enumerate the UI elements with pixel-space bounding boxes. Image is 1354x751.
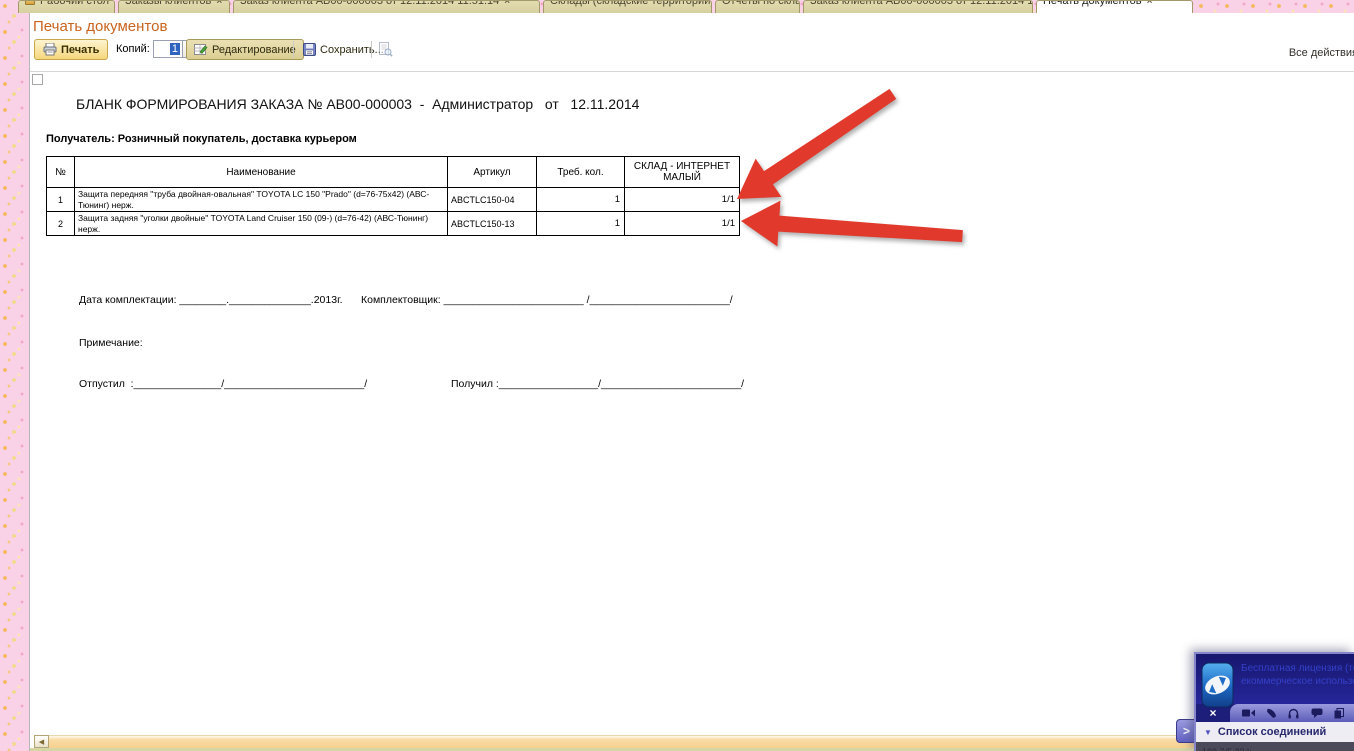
- toolbar: Печать Копий: 1 ▲ ▼ Редактирование Сохра…: [30, 39, 1354, 63]
- save-icon: [303, 43, 316, 56]
- table-row: 2 Защита задняя "уголки двойные" TOYOTA …: [47, 212, 740, 236]
- col-header-qty: Треб. кол.: [537, 157, 625, 188]
- edit-button-label: Редактирование: [212, 44, 296, 56]
- col-header-num: №: [47, 157, 75, 188]
- tab-order-115114[interactable]: Заказ клиента АВ00-000003 от 12.11.2014 …: [233, 0, 540, 13]
- scroll-left-icon: ◀: [39, 738, 44, 746]
- col-header-warehouse: СКЛАД - ИНТЕРНЕТ МАЛЫЙ: [625, 157, 740, 188]
- phone-icon[interactable]: [1266, 708, 1277, 719]
- close-icon[interactable]: ×: [114, 0, 115, 7]
- cell-article: ABCTLC150-13: [448, 212, 537, 236]
- copies-input[interactable]: 1: [153, 40, 183, 58]
- tab-label: Рабочий стол: [40, 0, 109, 7]
- teamviewer-icon-strip: [1230, 704, 1354, 722]
- connections-list-header[interactable]: ▼ Список соединений: [1196, 722, 1354, 742]
- table-row: 1 Защита передняя "труба двойная-овальна…: [47, 188, 740, 212]
- teamviewer-panel: Бесплатная лицензия (тол екоммерческое и…: [1194, 652, 1354, 751]
- tab-bar: Рабочий стол × Заказы клиентов × Заказ кли…: [16, 0, 1194, 13]
- recipient-line: Получатель: Розничный покупатель, достав…: [46, 133, 357, 145]
- desktop: { "tabs": [ { "label": "Рабочий стол" },…: [0, 0, 1354, 751]
- cell-name: Защита задняя "уголки двойные" TOYOTA La…: [75, 212, 448, 236]
- connections-list-label: Список соединений: [1218, 726, 1326, 738]
- close-icon[interactable]: ×: [504, 0, 510, 7]
- teamviewer-logo: [1201, 661, 1234, 709]
- tab-label: Отчеты по складу: [722, 0, 800, 7]
- tab-order-115125[interactable]: Заказ клиента АВ00-000003 от 12.11.2014 …: [803, 0, 1033, 13]
- copies-value: 1: [170, 43, 180, 55]
- released-line: Отпустил :_______________/______________…: [79, 378, 367, 390]
- chat-icon[interactable]: [1311, 708, 1323, 718]
- toolbar-separator: [371, 41, 372, 58]
- chevron-down-icon: ▼: [1204, 728, 1212, 737]
- col-header-name: Наименование: [75, 157, 448, 188]
- video-camera-icon[interactable]: [1242, 708, 1255, 718]
- copy-icon[interactable]: [1334, 708, 1344, 719]
- print-form: БЛАНК ФОРМИРОВАНИЯ ЗАКАЗА № АВ00-000003 …: [30, 75, 1354, 735]
- toolbar-separator: [293, 41, 294, 58]
- copies-label: Копий:: [116, 43, 150, 55]
- printer-icon: [43, 43, 57, 56]
- tab-label: Заказ клиента АВ00-000003 от 12.11.2014 …: [810, 0, 1033, 7]
- chevron-right-icon: >: [1183, 724, 1190, 738]
- edit-table-icon: [194, 43, 208, 56]
- picker-line: Комплектовщик: ________________________ …: [361, 294, 733, 306]
- cell-qty: 1: [537, 188, 625, 212]
- tab-label: Заказы клиентов: [125, 0, 211, 7]
- preview-icon: [378, 42, 393, 57]
- note-label: Примечание:: [79, 337, 143, 349]
- close-icon[interactable]: ×: [216, 0, 222, 7]
- toolbar-divider: [30, 71, 1354, 72]
- all-actions-button[interactable]: Все действия: [1289, 47, 1354, 59]
- tab-label: Заказ клиента АВ00-000003 от 12.11.2014 …: [240, 0, 499, 7]
- print-button[interactable]: Печать: [34, 39, 108, 60]
- teamviewer-bottom-bar: 188.7/5.23 k: [1196, 742, 1354, 751]
- cell-article: ABCTLC150-04: [448, 188, 537, 212]
- cell-name: Защита передняя "труба двойная-овальная"…: [75, 188, 448, 212]
- close-icon[interactable]: ×: [1147, 0, 1153, 7]
- horizontal-scrollbar[interactable]: ◀: [34, 735, 1352, 748]
- tab-warehouse-reports[interactable]: Отчеты по складу×: [715, 0, 800, 13]
- col-header-article: Артикул: [448, 157, 537, 188]
- tab-warehouses[interactable]: Склады (складские территории)×: [543, 0, 712, 13]
- license-text: Бесплатная лицензия (тол екоммерческое и…: [1241, 662, 1354, 688]
- tab-print-documents[interactable]: Печать документов ×: [1036, 0, 1193, 13]
- print-button-label: Печать: [61, 44, 99, 56]
- tab-customer-orders[interactable]: Заказы клиентов ×: [118, 0, 230, 13]
- order-form-title: БЛАНК ФОРМИРОВАНИЯ ЗАКАЗА № АВ00-000003 …: [76, 96, 639, 112]
- teamviewer-toolbar: ×: [1196, 704, 1354, 722]
- cell-warehouse: 1/1: [625, 212, 740, 236]
- tab-label: Печать документов: [1043, 0, 1142, 7]
- print-documents-window: Печать документов Печать Копий: 1 ▲ ▼ Ре…: [29, 13, 1354, 751]
- close-icon[interactable]: ×: [1196, 704, 1230, 722]
- partial-stat-text: 188.7/5.23 k: [1196, 747, 1252, 751]
- cell-num: 2: [47, 212, 75, 236]
- scrollbar-track[interactable]: [49, 735, 1352, 748]
- preview-button[interactable]: [375, 40, 395, 58]
- scroll-left-button[interactable]: ◀: [34, 735, 49, 748]
- page-title: Печать документов: [33, 18, 167, 35]
- tab-desktop[interactable]: Рабочий стол ×: [18, 0, 115, 13]
- cell-warehouse: 1/1: [625, 188, 740, 212]
- tab-label: Склады (складские территории): [550, 0, 712, 7]
- headset-icon[interactable]: [1288, 708, 1299, 719]
- app-icon: [25, 0, 35, 5]
- assembly-date-line: Дата комплектации: ________.____________…: [79, 294, 343, 306]
- cell-num: 1: [47, 188, 75, 212]
- order-table: № Наименование Артикул Треб. кол. СКЛАД …: [46, 156, 740, 236]
- table-header-row: № Наименование Артикул Треб. кол. СКЛАД …: [47, 157, 740, 188]
- teamviewer-header: Бесплатная лицензия (тол екоммерческое и…: [1196, 654, 1354, 704]
- cell-qty: 1: [537, 212, 625, 236]
- edit-toggle-button[interactable]: Редактирование: [186, 39, 304, 60]
- received-line: Получил :_________________/_____________…: [451, 378, 744, 390]
